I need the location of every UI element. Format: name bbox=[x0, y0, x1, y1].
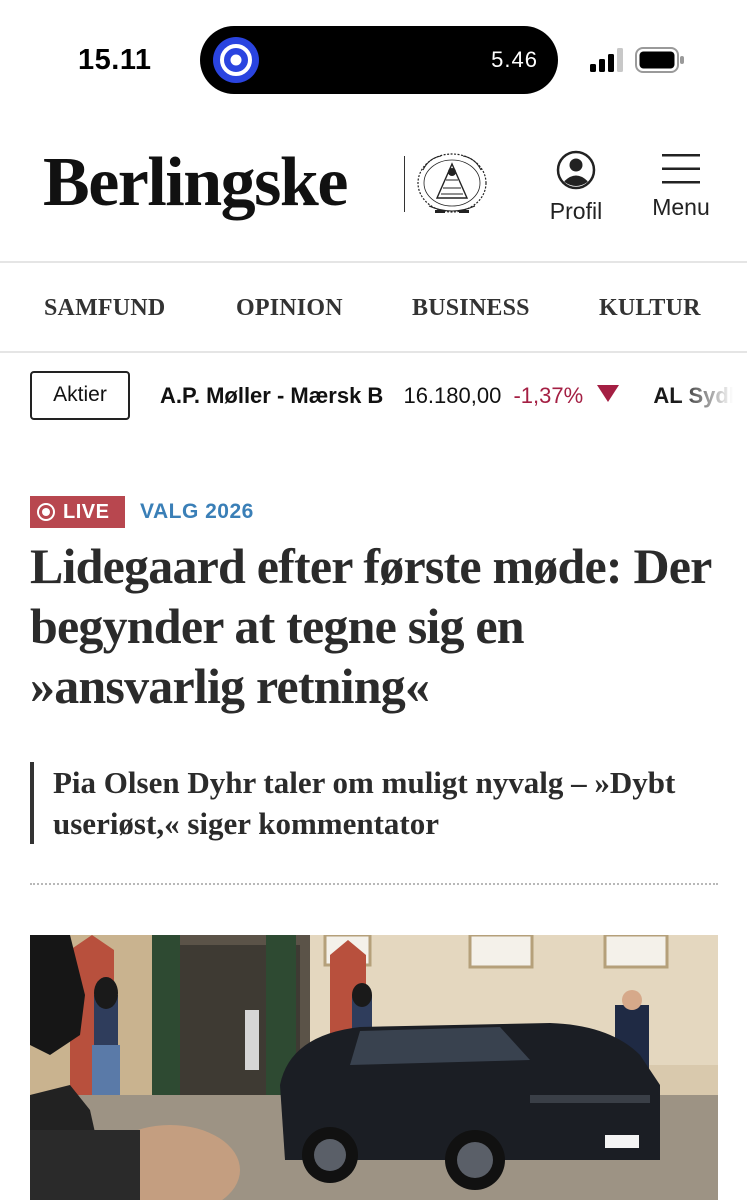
nav-item-samfund[interactable]: SAMFUND bbox=[44, 295, 165, 322]
cellular-signal-icon bbox=[590, 48, 623, 72]
profile-icon bbox=[556, 150, 596, 190]
profile-label: Profil bbox=[549, 198, 603, 224]
menu-label: Menu bbox=[652, 194, 710, 220]
down-arrow-icon bbox=[597, 385, 620, 402]
ticker-row[interactable]: A.P. Møller - Mærsk B 16.180,00 -1,37% A… bbox=[160, 383, 747, 409]
nav-item-business[interactable]: BUSINESS bbox=[412, 295, 530, 322]
section-nav: SAMFUND OPINION BUSINESS KULTUR bbox=[0, 265, 747, 353]
battery-icon bbox=[635, 47, 684, 73]
hero-image-illustration bbox=[30, 935, 718, 1200]
related-article-link[interactable]: Pia Olsen Dyhr taler om muligt nyvalg – … bbox=[30, 762, 710, 844]
article-headline[interactable]: Lidegaard efter første møde: Der begynde… bbox=[30, 536, 720, 716]
live-badge[interactable]: LIVE bbox=[30, 496, 125, 528]
dotted-divider bbox=[30, 883, 718, 885]
menu-button[interactable]: Menu bbox=[645, 150, 717, 230]
logo-divider bbox=[404, 156, 405, 212]
hero-image[interactable] bbox=[30, 935, 718, 1200]
stock-change: -1,37% bbox=[513, 383, 584, 408]
status-time: 15.11 bbox=[78, 44, 152, 76]
aktier-button[interactable]: Aktier bbox=[30, 371, 130, 420]
status-bar: 15.11 5.46 bbox=[0, 0, 747, 120]
stock-name[interactable]: A.P. Møller - Mærsk B bbox=[160, 383, 383, 408]
nav-item-opinion[interactable]: OPINION bbox=[236, 295, 343, 322]
app-target-icon bbox=[213, 37, 259, 83]
nav-item-kultur[interactable]: KULTUR bbox=[599, 295, 701, 322]
hamburger-menu-icon bbox=[662, 154, 700, 184]
island-timer: 5.46 bbox=[491, 47, 538, 72]
topic-tag[interactable]: VALG 2026 bbox=[140, 500, 254, 524]
ticker-fade bbox=[677, 355, 747, 435]
live-indicator-icon bbox=[37, 503, 55, 521]
live-label: LIVE bbox=[63, 501, 110, 523]
crest-emblem-icon bbox=[417, 153, 487, 213]
dynamic-island[interactable]: 5.46 bbox=[200, 26, 558, 94]
site-logo[interactable]: Berlingske bbox=[43, 148, 348, 218]
profile-button[interactable]: Profil bbox=[540, 150, 612, 230]
stock-price: 16.180,00 bbox=[403, 383, 502, 408]
stock-ticker: Aktier A.P. Møller - Mærsk B 16.180,00 -… bbox=[0, 355, 747, 435]
site-header: Berlingske Profil Menu bbox=[0, 120, 747, 263]
